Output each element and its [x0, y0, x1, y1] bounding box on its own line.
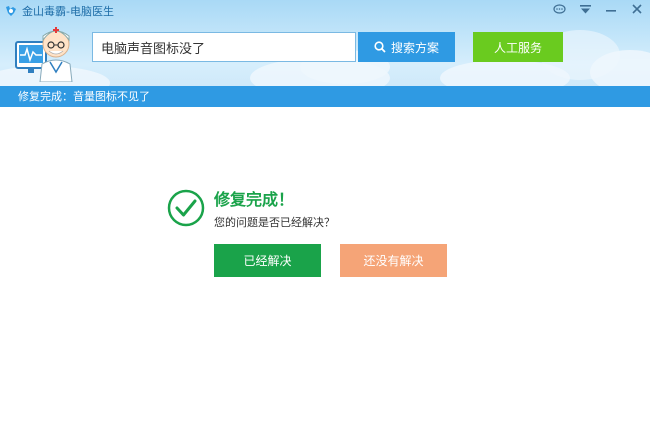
- result-question: 您的问题是否已经解决？: [214, 216, 335, 229]
- window-controls: [546, 0, 650, 18]
- doctor-mascot-icon: [15, 27, 73, 82]
- result-title: 修复完成！: [214, 190, 295, 209]
- window-title: 金山毒霸-电脑医生: [22, 5, 114, 18]
- minimize-icon[interactable]: [598, 0, 624, 18]
- close-icon[interactable]: [624, 0, 650, 18]
- search-button-label: 搜索方案: [390, 40, 439, 55]
- status-text: 修复完成：音量图标不见了: [18, 90, 150, 103]
- chat-icon[interactable]: [546, 0, 572, 18]
- app-logo-icon: [6, 6, 16, 16]
- success-check-icon: [167, 189, 205, 227]
- human-service-button[interactable]: 人工服务: [473, 32, 563, 62]
- unsolved-button[interactable]: 还没有解决: [340, 244, 447, 277]
- header: 金山毒霸-电脑医生 电脑声音图标没了 搜索方案 人工服务: [0, 0, 650, 86]
- solved-button-label: 已经解决: [243, 254, 292, 268]
- solved-button[interactable]: 已经解决: [214, 244, 321, 277]
- menu-icon[interactable]: [572, 0, 598, 18]
- status-bar: 修复完成：音量图标不见了: [0, 86, 650, 107]
- search-input[interactable]: [92, 32, 356, 62]
- title-bar: 金山毒霸-电脑医生: [4, 2, 114, 20]
- human-service-label: 人工服务: [493, 40, 542, 55]
- search-icon: [374, 41, 386, 53]
- unsolved-button-label: 还没有解决: [363, 254, 424, 268]
- search-button[interactable]: 搜索方案: [358, 32, 455, 62]
